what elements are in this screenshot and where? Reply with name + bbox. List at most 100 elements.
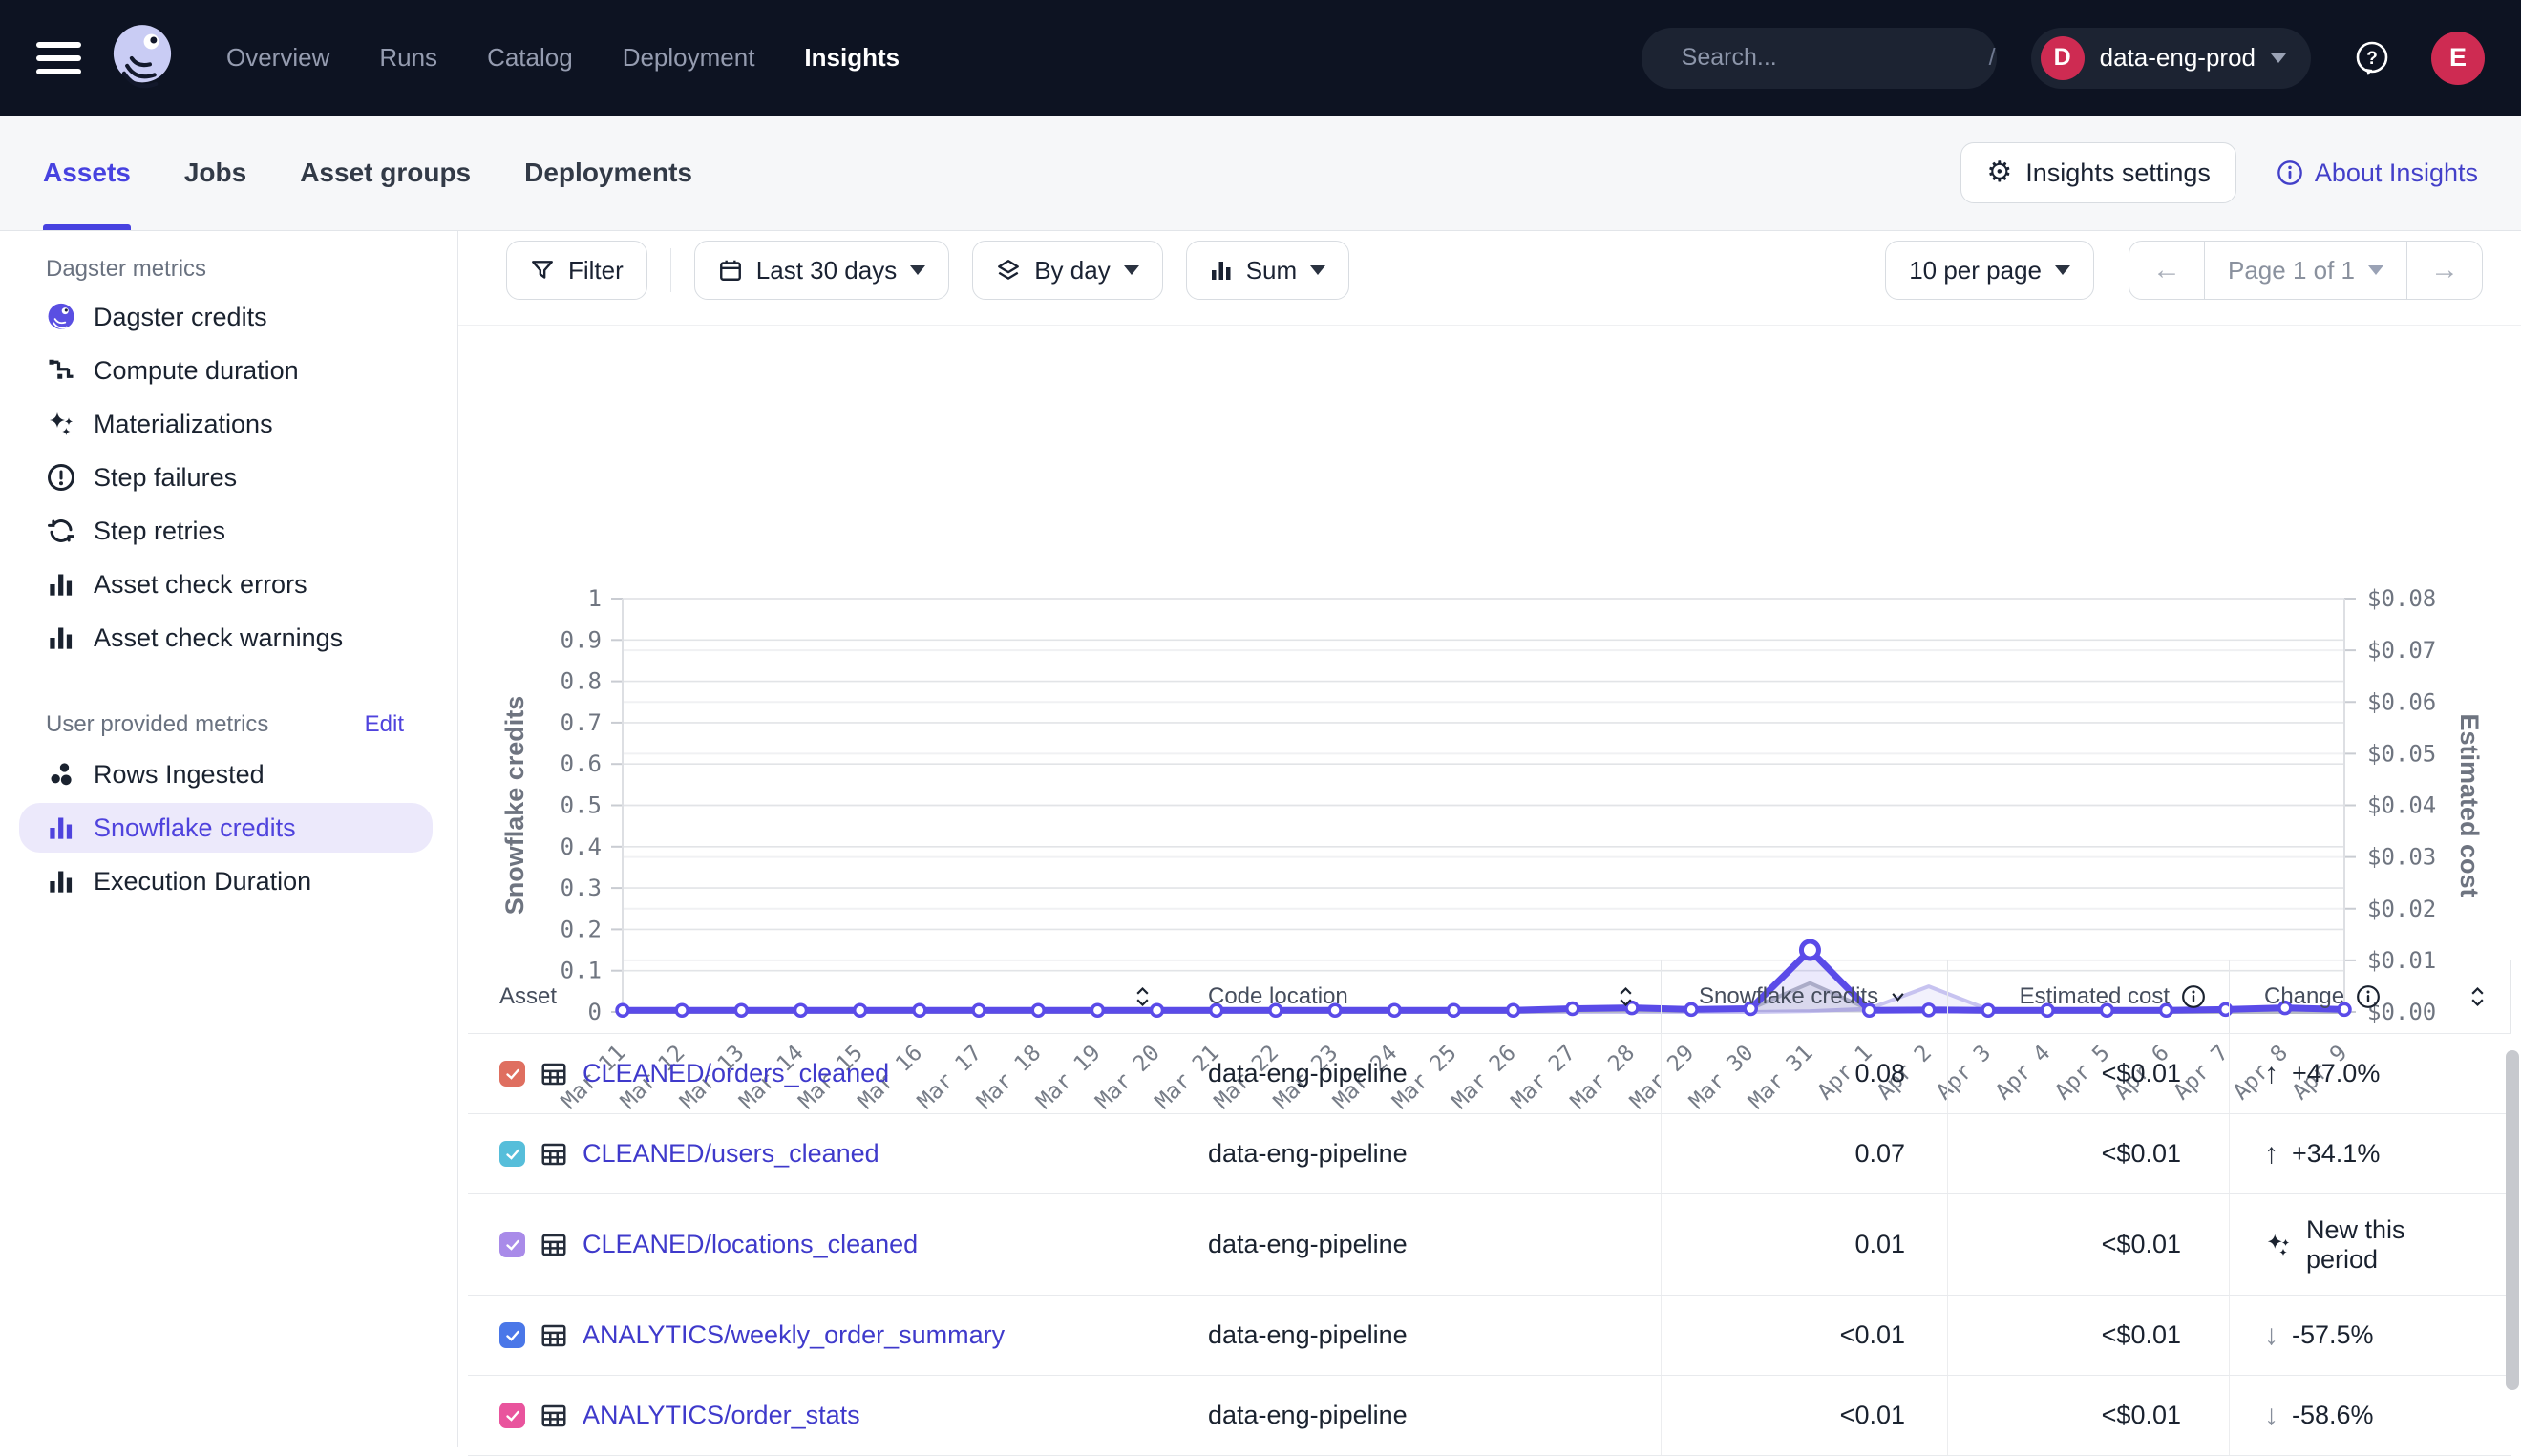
row-checkbox[interactable] xyxy=(499,1403,525,1428)
column-header-estimated-cost[interactable]: Estimated cost xyxy=(1948,960,2230,1033)
user-avatar[interactable]: E xyxy=(2431,32,2485,85)
sidebar-item-step-retries[interactable]: Step retries xyxy=(0,504,457,558)
asset-link[interactable]: CLEANED/locations_cleaned xyxy=(583,1230,918,1259)
menu-icon[interactable] xyxy=(36,42,81,74)
nav-item-insights[interactable]: Insights xyxy=(804,43,900,73)
asset-link[interactable]: ANALYTICS/weekly_order_summary xyxy=(583,1320,1005,1350)
row-checkbox[interactable] xyxy=(499,1322,525,1348)
sidebar-item-step-failures[interactable]: Step failures xyxy=(0,451,457,504)
info-icon[interactable] xyxy=(2181,984,2206,1009)
org-badge: D xyxy=(2041,36,2085,80)
column-header-change[interactable]: Change xyxy=(2230,960,2511,1033)
sort-icon[interactable] xyxy=(1134,985,1151,1008)
nav-item-deployment[interactable]: Deployment xyxy=(623,43,755,73)
code-location-cell: data-eng-pipeline xyxy=(1176,1194,1662,1295)
help-icon[interactable]: ? xyxy=(2351,37,2393,79)
toolbar-divider xyxy=(670,248,671,292)
prev-page-button[interactable]: ← xyxy=(2129,242,2204,299)
group-by-button[interactable]: By day xyxy=(972,241,1163,300)
arrow-down-icon: ↓ xyxy=(2264,1400,2278,1432)
sidebar-item-dagster-credits[interactable]: Dagster credits xyxy=(0,290,457,344)
sort-icon[interactable] xyxy=(1618,985,1634,1008)
sidebar-item-materializations[interactable]: Materializations xyxy=(0,397,457,451)
info-icon xyxy=(2277,159,2303,186)
org-switcher[interactable]: D data-eng-prod xyxy=(2031,28,2311,89)
table-header-row: Asset Code location Snowflake credits Es… xyxy=(468,960,2511,1034)
svg-text:0.2: 0.2 xyxy=(561,916,602,942)
row-checkbox[interactable] xyxy=(499,1061,525,1087)
edit-metrics-link[interactable]: Edit xyxy=(365,711,404,738)
column-header-code-location[interactable]: Code location xyxy=(1176,960,1662,1033)
insights-settings-button[interactable]: ⚙ Insights settings xyxy=(1960,142,2236,203)
svg-text:$0.07: $0.07 xyxy=(2367,637,2436,664)
sort-desc-icon[interactable] xyxy=(1890,991,1906,1002)
nav-item-catalog[interactable]: Catalog xyxy=(487,43,573,73)
tab-asset-groups[interactable]: Asset groups xyxy=(300,116,471,230)
column-header-snowflake-credits[interactable]: Snowflake credits xyxy=(1662,960,1948,1033)
info-icon[interactable] xyxy=(2356,984,2381,1009)
chevron-down-icon xyxy=(2271,53,2286,63)
svg-text:?: ? xyxy=(2366,49,2378,69)
search-input[interactable] xyxy=(1682,44,1989,72)
scrollbar-thumb[interactable] xyxy=(2506,1050,2519,1390)
sidebar-item-label: Asset check warnings xyxy=(94,623,343,653)
sidebar-item-execution-duration[interactable]: Execution Duration xyxy=(0,855,457,908)
per-page-button[interactable]: 10 per page xyxy=(1885,241,2094,300)
sidebar-item-snowflake-credits[interactable]: Snowflake credits xyxy=(19,803,433,853)
refresh-icon xyxy=(44,517,78,545)
column-header-asset[interactable]: Asset xyxy=(468,960,1176,1033)
tab-assets[interactable]: Assets xyxy=(43,116,131,230)
arrow-right-icon: → xyxy=(2430,254,2459,286)
next-page-button[interactable]: → xyxy=(2406,242,2482,299)
bar-chart-icon xyxy=(44,814,78,841)
svg-text:0.7: 0.7 xyxy=(561,709,602,736)
svg-text:0.6: 0.6 xyxy=(561,750,602,777)
sidebar-item-label: Execution Duration xyxy=(94,867,311,897)
sidebar-item-asset-check-warnings[interactable]: Asset check warnings xyxy=(0,611,457,665)
change-cell: ↓ -57.5% xyxy=(2230,1296,2511,1375)
code-location-cell: data-eng-pipeline xyxy=(1176,1376,1662,1455)
table-asset-icon xyxy=(540,1402,568,1430)
filter-button[interactable]: Filter xyxy=(506,241,647,300)
asset-link[interactable]: ANALYTICS/order_stats xyxy=(583,1401,860,1430)
date-range-button[interactable]: Last 30 days xyxy=(694,241,949,300)
sidebar-item-rows-ingested[interactable]: Rows Ingested xyxy=(0,748,457,801)
table-row: CLEANED/locations_cleaned data-eng-pipel… xyxy=(468,1194,2511,1296)
table-row: ANALYTICS/weekly_order_summary data-eng-… xyxy=(468,1296,2511,1376)
sidebar-item-asset-check-errors[interactable]: Asset check errors xyxy=(0,558,457,611)
tab-deployments[interactable]: Deployments xyxy=(524,116,692,230)
change-cell: ↓ -58.6% xyxy=(2230,1376,2511,1455)
change-cell: ↑ +47.0% xyxy=(2230,1034,2511,1113)
bar-chart-icon xyxy=(44,571,78,598)
dots-cluster-icon xyxy=(44,761,78,788)
asset-link[interactable]: CLEANED/orders_cleaned xyxy=(583,1059,889,1088)
cost-cell: <$0.01 xyxy=(1948,1296,2230,1375)
svg-text:$0.08: $0.08 xyxy=(2367,585,2436,612)
sidebar-item-label: Rows Ingested xyxy=(94,760,265,790)
svg-text:0.3: 0.3 xyxy=(561,875,602,901)
sidebar-item-label: Step failures xyxy=(94,463,237,493)
about-insights-link[interactable]: About Insights xyxy=(2277,158,2478,188)
tab-jobs[interactable]: Jobs xyxy=(184,116,246,230)
search-box[interactable]: / xyxy=(1642,28,1997,89)
nav-item-runs[interactable]: Runs xyxy=(379,43,437,73)
alert-circle-icon xyxy=(44,463,78,492)
asset-link[interactable]: CLEANED/users_cleaned xyxy=(583,1139,879,1169)
row-checkbox[interactable] xyxy=(499,1141,525,1167)
cost-cell: <$0.01 xyxy=(1948,1194,2230,1295)
svg-text:Snowflake credits: Snowflake credits xyxy=(500,696,529,916)
svg-text:0.5: 0.5 xyxy=(561,792,602,819)
sidebar-item-compute-duration[interactable]: Compute duration xyxy=(0,344,457,397)
nav-item-overview[interactable]: Overview xyxy=(226,43,329,73)
row-checkbox[interactable] xyxy=(499,1232,525,1257)
dagster-logo-icon[interactable] xyxy=(106,22,179,95)
user-metrics-heading: User provided metrics xyxy=(46,711,268,738)
sparkles-icon xyxy=(44,409,78,439)
dagster-credits-icon xyxy=(44,301,78,333)
insights-main: Filter Last 30 days By day Sum xyxy=(458,231,2521,1447)
sort-icon[interactable] xyxy=(2469,985,2486,1008)
sidebar-item-label: Materializations xyxy=(94,410,273,439)
page-indicator[interactable]: Page 1 of 1 xyxy=(2204,242,2406,299)
aggregation-button[interactable]: Sum xyxy=(1186,241,1349,300)
cost-cell: <$0.01 xyxy=(1948,1034,2230,1113)
